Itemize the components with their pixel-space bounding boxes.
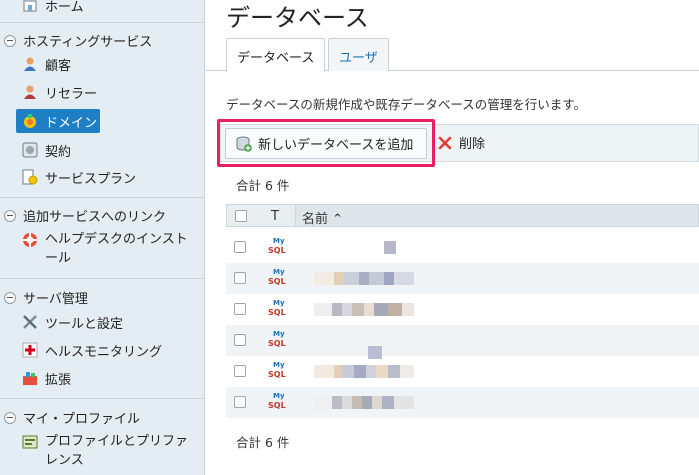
row-checkbox[interactable] (234, 396, 246, 408)
column-name[interactable]: 名前 ⌃ (295, 205, 698, 227)
sidebar-item-label: 顧客 (45, 58, 72, 74)
sidebar-item-label: ヘルスモニタリング (45, 344, 163, 360)
customer-icon (22, 56, 38, 72)
sidebar-item-customers[interactable]: 顧客 (22, 53, 71, 75)
mysql-icon: My SQL (268, 361, 286, 379)
table-row[interactable]: My SQL (226, 325, 699, 359)
sidebar-item-label: ホーム (45, 0, 84, 15)
column-type[interactable]: T (271, 209, 279, 224)
row-checkbox[interactable] (234, 334, 246, 346)
service-plan-icon (22, 169, 38, 185)
profile-icon (22, 434, 38, 450)
sidebar-item-profile[interactable]: プロファイルとプリファレンス (22, 432, 195, 470)
delete-label: 削除 (459, 137, 486, 152)
sidebar-item-label: プロファイルとプリファレンス (45, 434, 189, 468)
sidebar-item-label: リセラー (45, 86, 98, 102)
tab-databases[interactable]: データベース (226, 38, 326, 72)
divider (0, 398, 205, 399)
tools-icon (22, 314, 38, 330)
mysql-icon: My SQL (268, 268, 286, 286)
health-icon (22, 342, 38, 358)
section-label: サーバ管理 (23, 292, 88, 307)
sidebar-item-health[interactable]: ヘルスモニタリング (22, 339, 162, 361)
redacted-name (314, 272, 414, 285)
collapse-icon[interactable] (4, 291, 16, 304)
divider (0, 22, 205, 23)
redacted-name (384, 241, 396, 254)
main-content: データベース データベース ユーザ データベースの新規作成や既存データベースの管… (206, 0, 699, 475)
sidebar-item-label: ヘルプデスクのインストール (45, 232, 188, 266)
sidebar: ホーム ホスティングサービス 顧客 リセラー ドメイン 契約 サービスプラン 追… (0, 0, 205, 475)
highlight-box (217, 119, 435, 167)
sidebar-item-helpdesk[interactable]: ヘルプデスクのインストール (22, 230, 195, 268)
delete-button[interactable]: 削除 (437, 133, 485, 152)
sidebar-item-domains[interactable]: ドメイン (22, 110, 97, 132)
page-description: データベースの新規作成や既存データベースの管理を行います。 (226, 97, 587, 112)
sidebar-item-extensions[interactable]: 拡張 (22, 367, 71, 389)
table-row[interactable]: My SQL (226, 294, 699, 325)
domain-icon (22, 113, 38, 129)
section-profile[interactable]: マイ・プロファイル (4, 408, 140, 427)
sidebar-item-home[interactable]: ホーム (22, 0, 84, 16)
table-header: T 名前 ⌃ (226, 204, 699, 227)
row-checkbox[interactable] (234, 272, 246, 284)
row-checkbox[interactable] (234, 241, 246, 253)
sidebar-item-resellers[interactable]: リセラー (22, 81, 97, 103)
mysql-icon: My SQL (268, 392, 286, 410)
home-icon (22, 0, 38, 13)
tab-users[interactable]: ユーザ (328, 38, 389, 71)
total-count-bottom: 合計 6 件 (236, 435, 290, 450)
table-row[interactable]: My SQL (226, 232, 699, 263)
section-label: マイ・プロファイル (23, 412, 141, 427)
row-checkbox[interactable] (234, 365, 246, 377)
mysql-icon: My SQL (268, 299, 286, 317)
redacted-name (314, 303, 414, 316)
collapse-icon[interactable] (4, 209, 16, 222)
sidebar-item-label: サービスプラン (45, 171, 137, 187)
sidebar-item-label: 契約 (45, 144, 72, 160)
mysql-icon: My SQL (268, 330, 286, 348)
redacted-name (314, 365, 414, 378)
collapse-icon[interactable] (4, 34, 16, 47)
sidebar-item-label: 拡張 (45, 372, 72, 388)
sidebar-item-label: ツールと設定 (45, 316, 124, 332)
subscription-icon (22, 142, 38, 158)
section-hosting[interactable]: ホスティングサービス (4, 31, 152, 50)
extension-icon (22, 370, 38, 386)
sidebar-item-label: ドメイン (45, 115, 98, 131)
section-label: 追加サービスへのリンク (23, 210, 167, 225)
sidebar-item-tools[interactable]: ツールと設定 (22, 311, 123, 333)
divider (0, 278, 205, 279)
section-label: ホスティングサービス (23, 35, 153, 50)
section-server[interactable]: サーバ管理 (4, 288, 88, 307)
sidebar-item-subscriptions[interactable]: 契約 (22, 139, 71, 161)
delete-icon (437, 135, 453, 151)
total-count-top: 合計 6 件 (236, 178, 290, 193)
divider (0, 197, 205, 198)
section-links[interactable]: 追加サービスへのリンク (4, 206, 166, 225)
select-all-checkbox[interactable] (235, 210, 247, 222)
table-row[interactable]: My SQL (226, 387, 699, 418)
table-row[interactable]: My SQL (226, 356, 699, 387)
lifebuoy-icon (22, 232, 38, 248)
redacted-name (314, 396, 414, 409)
row-checkbox[interactable] (234, 303, 246, 315)
table-row[interactable]: My SQL (226, 263, 699, 294)
reseller-icon (22, 84, 38, 100)
collapse-icon[interactable] (4, 411, 16, 424)
sidebar-item-service-plans[interactable]: サービスプラン (22, 166, 136, 188)
page-title: データベース (226, 4, 369, 32)
mysql-icon: My SQL (268, 237, 286, 255)
